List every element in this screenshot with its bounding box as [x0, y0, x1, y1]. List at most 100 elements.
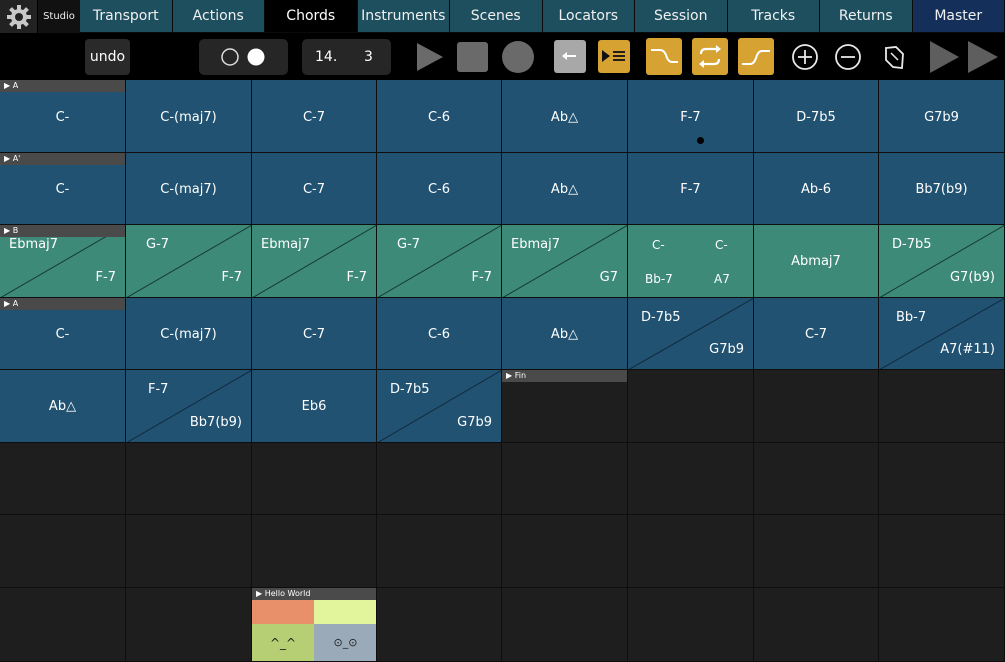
chord-cell[interactable]: Ab△ — [502, 298, 628, 370]
chord-cell[interactable]: C-7 — [252, 153, 377, 225]
tab-instruments[interactable]: Instruments — [357, 0, 449, 32]
chord-cell[interactable]: Eb6 — [252, 370, 377, 443]
empty-slot[interactable] — [754, 370, 879, 443]
split-diagonal — [126, 225, 251, 297]
empty-slot[interactable] — [126, 588, 252, 662]
empty-slot[interactable] — [628, 370, 754, 443]
empty-slot[interactable] — [628, 588, 754, 662]
empty-slot[interactable] — [628, 515, 754, 588]
chord-cell[interactable]: C-7 — [252, 80, 377, 153]
chord-label: Ab△ — [550, 182, 579, 197]
record-button[interactable] — [500, 39, 536, 75]
metronome-toggle[interactable] — [199, 39, 288, 75]
chord-cell-split[interactable]: F-7 Bb7(b9) — [126, 370, 252, 443]
empty-slot[interactable] — [754, 515, 879, 588]
chord-cell[interactable]: C-(maj7) — [126, 298, 252, 370]
tab-locators[interactable]: Locators — [542, 0, 634, 32]
tab-returns[interactable]: Returns — [820, 0, 912, 32]
empty-slot[interactable] — [252, 443, 377, 515]
chord-cell-split[interactable]: Ebmaj7 F-7 — [252, 225, 377, 298]
empty-slot[interactable] — [0, 443, 126, 515]
section-label-a-return[interactable]: ▶ A — [0, 298, 125, 310]
chord-cell[interactable]: C-6 — [377, 153, 502, 225]
empty-slot[interactable] — [502, 588, 628, 662]
chord-cell[interactable]: Ab△ — [502, 153, 628, 225]
section-label-a[interactable]: ▶ A — [0, 80, 125, 92]
section-label-fin[interactable]: ▶ Fin — [502, 370, 627, 382]
empty-slot[interactable] — [377, 588, 502, 662]
chord-label-q3: Bb-7 — [645, 272, 673, 286]
empty-slot[interactable] — [126, 515, 252, 588]
chord-cell[interactable]: C-7 — [754, 298, 879, 370]
chord-cell[interactable]: Abmaj7 — [754, 225, 879, 298]
back-to-arrangement-button[interactable] — [554, 40, 586, 73]
chord-cell[interactable]: Ab△ — [502, 80, 628, 153]
launch-next-button[interactable] — [964, 39, 1002, 75]
empty-slot[interactable] — [879, 370, 1005, 443]
tab-scenes[interactable]: Scenes — [450, 0, 542, 32]
section-label-a-prime[interactable]: ▶ A' — [0, 153, 125, 165]
empty-slot[interactable] — [126, 443, 252, 515]
loop-button[interactable] — [692, 38, 728, 75]
chord-cell[interactable]: C-6 — [377, 298, 502, 370]
chord-cell[interactable]: Ab-6 — [754, 153, 879, 225]
studio-button[interactable]: Studio — [38, 0, 80, 33]
chord-cell-split[interactable]: G-7 F-7 — [377, 225, 502, 298]
empty-slot[interactable] — [879, 443, 1005, 515]
chord-cell[interactable]: Ab△ — [0, 370, 126, 443]
empty-slot[interactable] — [252, 515, 377, 588]
empty-slot[interactable] — [377, 443, 502, 515]
chord-cell-split[interactable]: D-7b5 G7(b9) — [879, 225, 1005, 298]
chord-cell[interactable]: C-(maj7) — [126, 153, 252, 225]
chord-cell[interactable]: Bb7(b9) — [879, 153, 1005, 225]
chord-cell-split[interactable]: Ebmaj7 G7 — [502, 225, 628, 298]
hello-world-clip[interactable]: ▶ Hello World ^_^ ⊙_⊙ — [252, 588, 377, 662]
chord-cell[interactable]: G7b9 — [879, 80, 1005, 153]
tab-actions[interactable]: Actions — [172, 0, 264, 32]
chord-cell-playing[interactable]: F-7 — [628, 80, 754, 153]
face-happy: ^_^ — [252, 624, 314, 661]
chord-cell[interactable]: F-7 — [628, 153, 754, 225]
empty-slot[interactable] — [0, 588, 126, 662]
empty-slot[interactable] — [377, 515, 502, 588]
chord-cell[interactable]: D-7b5 — [754, 80, 879, 153]
follow-playhead-button[interactable] — [598, 40, 630, 73]
launch-scene-button[interactable] — [926, 39, 962, 75]
undo-button[interactable]: undo — [85, 39, 130, 75]
empty-slot[interactable] — [0, 515, 126, 588]
tab-session[interactable]: Session — [635, 0, 727, 32]
record-icon — [502, 41, 534, 73]
stop-button[interactable] — [456, 39, 489, 75]
chord-cell[interactable]: C-(maj7) — [126, 80, 252, 153]
add-button[interactable] — [789, 39, 821, 75]
empty-slot[interactable] — [879, 588, 1005, 662]
tab-transport[interactable]: Transport — [80, 0, 172, 32]
punch-in-button[interactable] — [646, 38, 682, 75]
play-button[interactable] — [413, 39, 447, 75]
empty-slot[interactable] — [879, 515, 1005, 588]
empty-slot[interactable] — [502, 443, 628, 515]
tab-tracks[interactable]: Tracks — [727, 0, 819, 32]
empty-slot[interactable] — [754, 443, 879, 515]
tab-master[interactable]: Master — [912, 0, 1004, 32]
settings-button[interactable] — [0, 0, 38, 33]
chord-label: D-7b5 — [796, 110, 836, 125]
section-label-hello-world[interactable]: ▶ Hello World — [252, 588, 376, 600]
chord-label: Eb6 — [301, 399, 327, 414]
chord-cell-quad[interactable]: C- C- Bb-7 A7 — [628, 225, 754, 298]
chord-cell-split[interactable]: D-7b5 G7b9 — [628, 298, 754, 370]
tab-chords[interactable]: Chords — [265, 0, 357, 32]
empty-slot[interactable] — [502, 515, 628, 588]
chord-cell-split[interactable]: G-7 F-7 — [126, 225, 252, 298]
section-label-b[interactable]: ▶ B — [0, 225, 125, 237]
chord-cell[interactable]: C-7 — [252, 298, 377, 370]
chord-cell[interactable]: C-6 — [377, 80, 502, 153]
empty-slot[interactable] — [754, 588, 879, 662]
empty-slot[interactable] — [628, 443, 754, 515]
punch-out-button[interactable] — [738, 38, 774, 75]
remove-button[interactable] — [832, 39, 864, 75]
chord-label: C-(maj7) — [160, 110, 217, 125]
chord-cell-split[interactable]: D-7b5 G7b9 — [377, 370, 502, 443]
capture-button[interactable] — [878, 39, 910, 75]
chord-cell-split[interactable]: Bb-7 A7(#11) — [879, 298, 1005, 370]
